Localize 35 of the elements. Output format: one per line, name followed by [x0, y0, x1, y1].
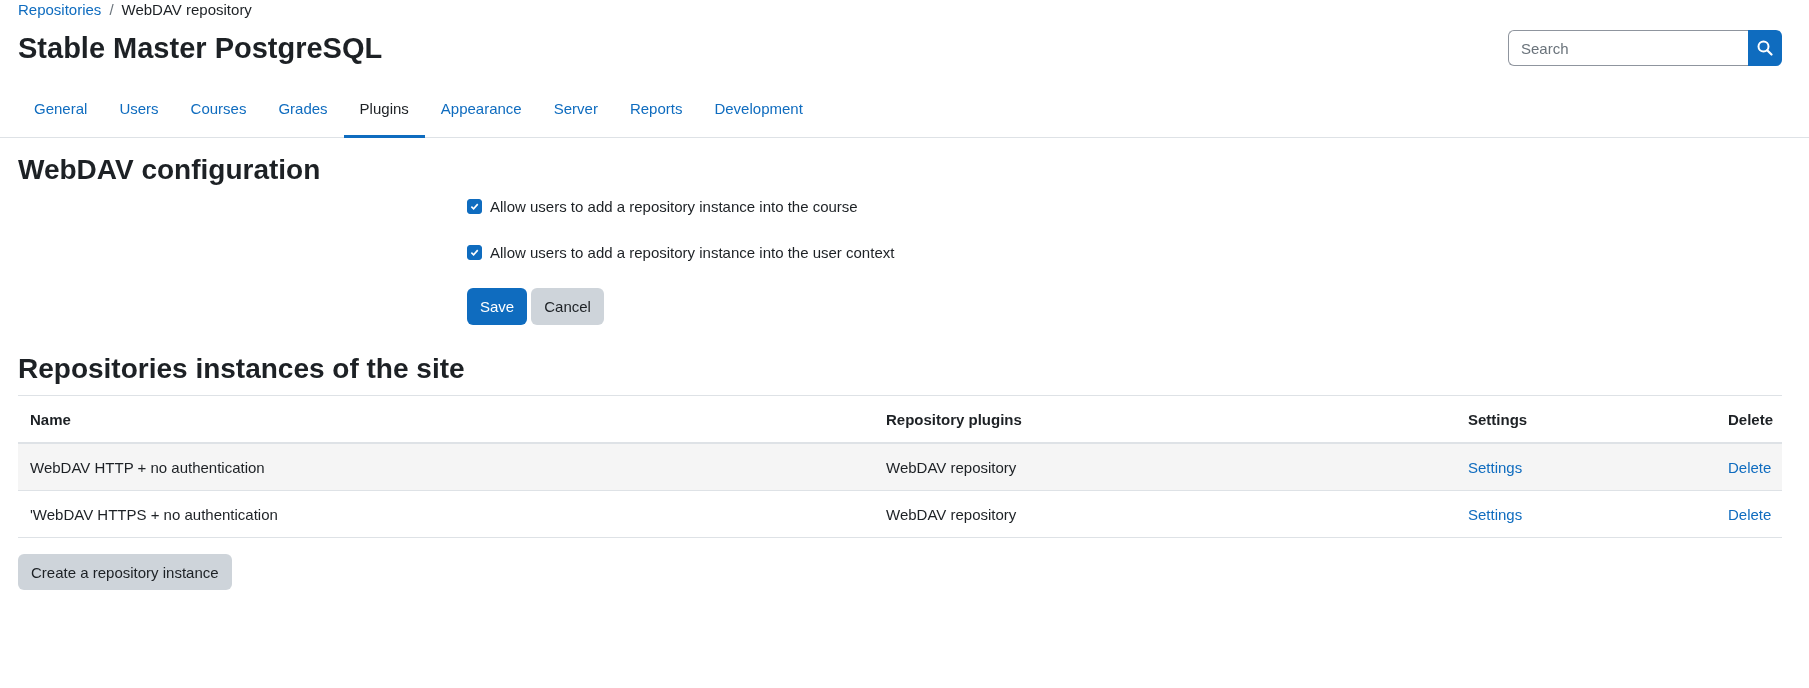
breadcrumb-separator: / — [109, 1, 114, 18]
checkbox[interactable] — [467, 244, 482, 260]
checkbox[interactable] — [467, 198, 482, 214]
search-icon — [1757, 40, 1773, 56]
table-cell: WebDAV repository — [874, 490, 1456, 538]
section-heading: Repositories instances of the site — [18, 353, 466, 385]
nav-tab[interactable]: Plugins — [343, 84, 425, 138]
nav-tab[interactable]: Grades — [262, 84, 344, 138]
nav-tab[interactable]: Server — [537, 84, 614, 138]
checkbox-label: Allow users to add a repository instance into the user context — [490, 243, 895, 261]
search-field[interactable]: Search — [1508, 30, 1748, 66]
breadcrumb-current: WebDAV repository — [121, 1, 252, 18]
table-cell: 'WebDAV HTTPS + no authentication — [18, 490, 874, 538]
page-title: Stable Master PostgreSQL — [18, 31, 383, 65]
checkmark-icon — [470, 201, 479, 211]
nav-tab[interactable]: Development — [698, 84, 819, 138]
checkmark-icon — [470, 247, 479, 257]
delete-link[interactable]: Delete — [1728, 505, 1772, 523]
nav-tab[interactable]: General — [18, 84, 104, 138]
settings-link[interactable]: Settings — [1468, 458, 1523, 476]
table-cell: WebDAV HTTP + no authentication — [18, 443, 874, 491]
cancel-button[interactable]: Cancel — [531, 288, 604, 325]
create-instance-button[interactable]: Create a repository instance — [18, 554, 232, 590]
search-button[interactable] — [1748, 30, 1782, 66]
section-heading: WebDAV configuration — [18, 154, 322, 186]
delete-link[interactable]: Delete — [1728, 458, 1772, 476]
checkbox-label: Allow users to add a repository instance into the course — [490, 197, 858, 215]
nav-tab[interactable]: Appearance — [424, 84, 538, 138]
table-cell: WebDAV repository — [874, 443, 1456, 491]
save-button[interactable]: Save — [467, 288, 528, 325]
nav-tab[interactable]: Courses — [174, 84, 263, 138]
breadcrumb-link[interactable]: Repositories — [18, 1, 102, 18]
settings-link[interactable]: Settings — [1468, 505, 1523, 523]
nav-tab[interactable]: Users — [103, 84, 175, 138]
nav-tab[interactable]: Reports — [613, 84, 699, 138]
